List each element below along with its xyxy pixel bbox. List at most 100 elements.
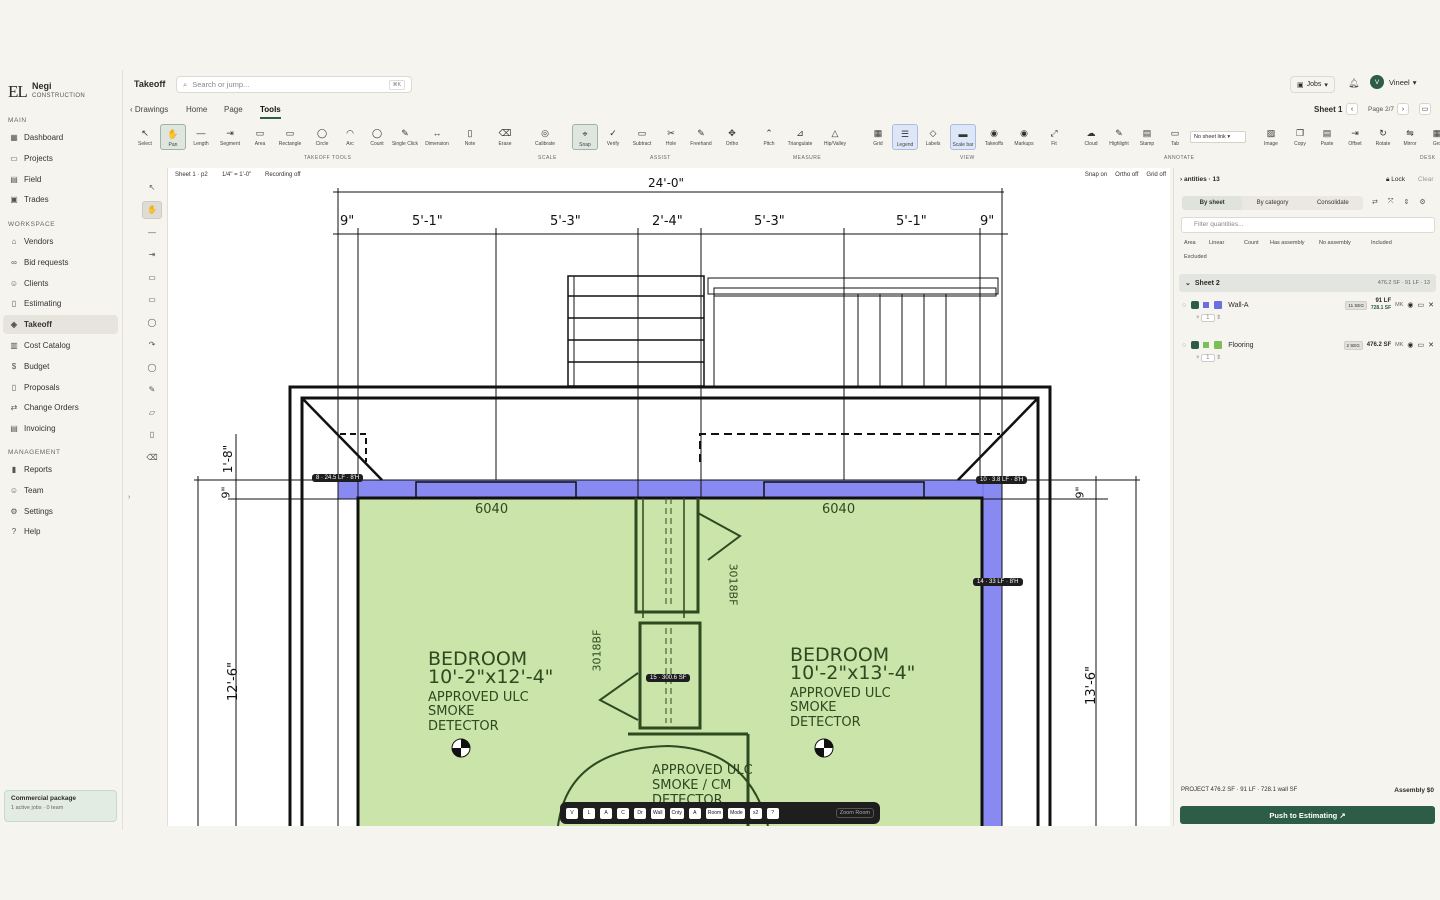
color-swatch[interactable] [1214,341,1223,349]
line-tool-icon[interactable]: — [142,223,162,241]
tool-rotate[interactable]: ↻ Rotate [1370,124,1396,150]
dock-button[interactable]: Cnty [669,807,684,819]
quantity-row[interactable]: ○ Wall-A 11 SEG 91 LF 728.1 SF MK ◉ ▭ ✕ [1182,296,1434,314]
ortho-toggle[interactable]: Ortho off [1115,172,1138,178]
tool-pan[interactable]: ✋ Pan [160,124,186,150]
checkbox-icon[interactable] [1191,301,1200,309]
filter-chip[interactable]: Count [1244,240,1259,246]
grid-toggle[interactable]: Grid off [1146,172,1166,178]
tab-by-category[interactable]: By category [1242,196,1302,210]
measure-pill[interactable]: 14 · 33 LF · 8'H [973,578,1023,586]
tool-segment[interactable]: ⇥ Segment [217,124,243,150]
sidebar-item-vendors[interactable]: ⌂ Vendors [3,232,118,251]
tool-grid[interactable]: ▦ Grid [865,124,891,150]
dock-button[interactable]: x2 [749,807,762,819]
recording-status[interactable]: Recording off [265,172,301,178]
dock-button[interactable]: Wall [651,807,665,819]
dock-button[interactable]: ? [766,807,779,819]
eye-icon[interactable]: ◉ [1407,301,1413,309]
tool-triangulate[interactable]: ⊿ Triangulate [787,124,813,150]
quantity-multiplier[interactable]: × 1 ⇕ [1196,354,1221,362]
ruler-tool-icon[interactable]: ▱ [142,403,162,421]
tool-markups[interactable]: ◉ Markups [1011,124,1037,150]
tool-erase[interactable]: ⌫ Erase [492,124,518,150]
sidebar-item-budget[interactable]: $ Budget [3,357,118,376]
drawing-canvas[interactable]: Sheet 1 · p2 1/4" = 1'-0" Recording off … [168,168,1170,826]
dock-button[interactable]: V [566,807,578,819]
select-tool-icon[interactable]: ↖ [142,178,162,196]
sidebar-item-team[interactable]: ☺ Team [3,481,118,500]
erase-tool-icon[interactable]: ⌫ [142,448,162,466]
dock-button[interactable]: A [600,807,612,819]
qty-stepper[interactable]: 1 [1201,354,1215,362]
tool-tab[interactable]: ▭ Tab [1162,124,1188,150]
filter-chip[interactable]: Has assembly [1270,240,1305,246]
tool-offset[interactable]: ⇥ Offset [1342,124,1368,150]
measure-pill[interactable]: 15 · 300.6 SF [646,674,691,682]
tool-arc[interactable]: ◠ Arc [337,124,363,150]
dock-button[interactable]: Dr [634,807,646,819]
settings-icon[interactable]: ⚙ [1419,198,1425,206]
tool-mirror[interactable]: ⇋ Mirror [1397,124,1423,150]
sidebar-item-bid-requests[interactable]: ∞ Bid requests [3,253,118,272]
dock-more[interactable]: Zoom Room [835,808,874,818]
tool-single-click[interactable]: ✎ Single Click [392,124,418,150]
tool-hole[interactable]: ✂ Hole [658,124,684,150]
collapse-icon[interactable]: ⤧ [1388,198,1394,206]
tool-cloud[interactable]: ☁ Cloud [1078,124,1104,150]
tab-page[interactable]: Page [224,105,243,114]
rectangle-tool-icon[interactable]: ▭ [142,291,162,309]
radio-icon[interactable]: ○ [1182,302,1186,309]
count-tool-icon[interactable]: ◯ [142,358,162,376]
circle-tool-icon[interactable]: ◯ [142,313,162,331]
tool-highlight[interactable]: ✎ Highlight [1106,124,1132,150]
package-card[interactable]: Commercial package 1 active jobs · 0 tea… [4,790,117,822]
checkbox-icon[interactable] [1191,341,1200,349]
floor-plan-drawing[interactable] [168,168,1170,826]
tool-freehand[interactable]: ✎ Freehand [688,124,714,150]
tool-gro[interactable]: ▦ Gro [1424,124,1440,150]
tab-home[interactable]: Home [186,105,207,114]
user-menu[interactable]: V Vineel ▾ [1370,75,1416,89]
tab-consolidate[interactable]: Consolidate [1303,196,1363,210]
bell-icon[interactable]: 🔔︎ [1348,78,1359,89]
note-tool-icon[interactable]: ▯ [142,426,162,444]
panel-toggle-icon[interactable]: ▭ [1419,103,1431,115]
sheet-group-header[interactable]: ⌄ Sheet 2 476.2 SF · 91 LF · 13 [1179,274,1436,292]
tool-image[interactable]: ▨ Image [1258,124,1284,150]
tool-select[interactable]: ↖ Select [132,124,158,150]
sidebar-item-projects[interactable]: ▭ Projects [3,149,118,168]
lock-button[interactable]: 🔒︎ Lock [1386,176,1405,184]
close-icon[interactable]: ✕ [1428,301,1434,309]
tool-ortho[interactable]: ✥ Ortho [719,124,745,150]
pan-tool-icon[interactable]: ✋ [142,200,162,219]
sidebar-item-field[interactable]: ▤ Field [3,170,118,189]
eye-icon[interactable]: ◉ [1407,341,1413,349]
sidebar-item-proposals[interactable]: ▯ Proposals [3,378,118,397]
filter-chip[interactable]: No assembly [1319,240,1351,246]
tool-snap[interactable]: ⌖ Snap [572,124,598,150]
dock-button[interactable]: Room [705,807,724,819]
quantity-row[interactable]: ○ Flooring 2 SEG 476.2 SF MK ◉ ▭ ✕ [1182,336,1434,354]
tool-takeoffs[interactable]: ◉ Takeoffs [981,124,1007,150]
filter-chip[interactable]: Included [1371,240,1392,246]
next-page-button[interactable]: › [1397,103,1409,115]
tab-by-sheet[interactable]: By sheet [1182,196,1243,210]
tab-tools[interactable]: Tools [260,105,281,119]
measure-pill[interactable]: 10 · 3.8 LF · 8'H [976,476,1028,484]
snap-toggle[interactable]: Snap on [1085,172,1107,178]
edit-icon[interactable]: ▭ [1418,301,1425,309]
filter-chip[interactable]: Excluded [1184,254,1207,260]
sidebar-item-change-orders[interactable]: ⇄ Change Orders [3,398,118,417]
search-input[interactable]: ⌕ Search or jump... ⌘K [176,76,412,93]
export-icon[interactable]: ⇄ [1372,198,1378,206]
tool-rectangle[interactable]: ▭ Rectangle [277,124,303,150]
dock-button[interactable]: Mode [728,807,745,819]
sidebar-item-invoicing[interactable]: ▤ Invoicing [3,419,118,438]
clear-button[interactable]: Clear [1418,176,1434,183]
edit-icon[interactable]: ▭ [1418,341,1425,349]
push-to-estimating-button[interactable]: Push to Estimating ↗ [1180,806,1435,824]
sidebar-item-estimating[interactable]: ▯ Estimating [3,294,118,313]
quantity-multiplier[interactable]: × 1 ⇕ [1196,314,1221,322]
tool-area[interactable]: ▭ Area [247,124,273,150]
